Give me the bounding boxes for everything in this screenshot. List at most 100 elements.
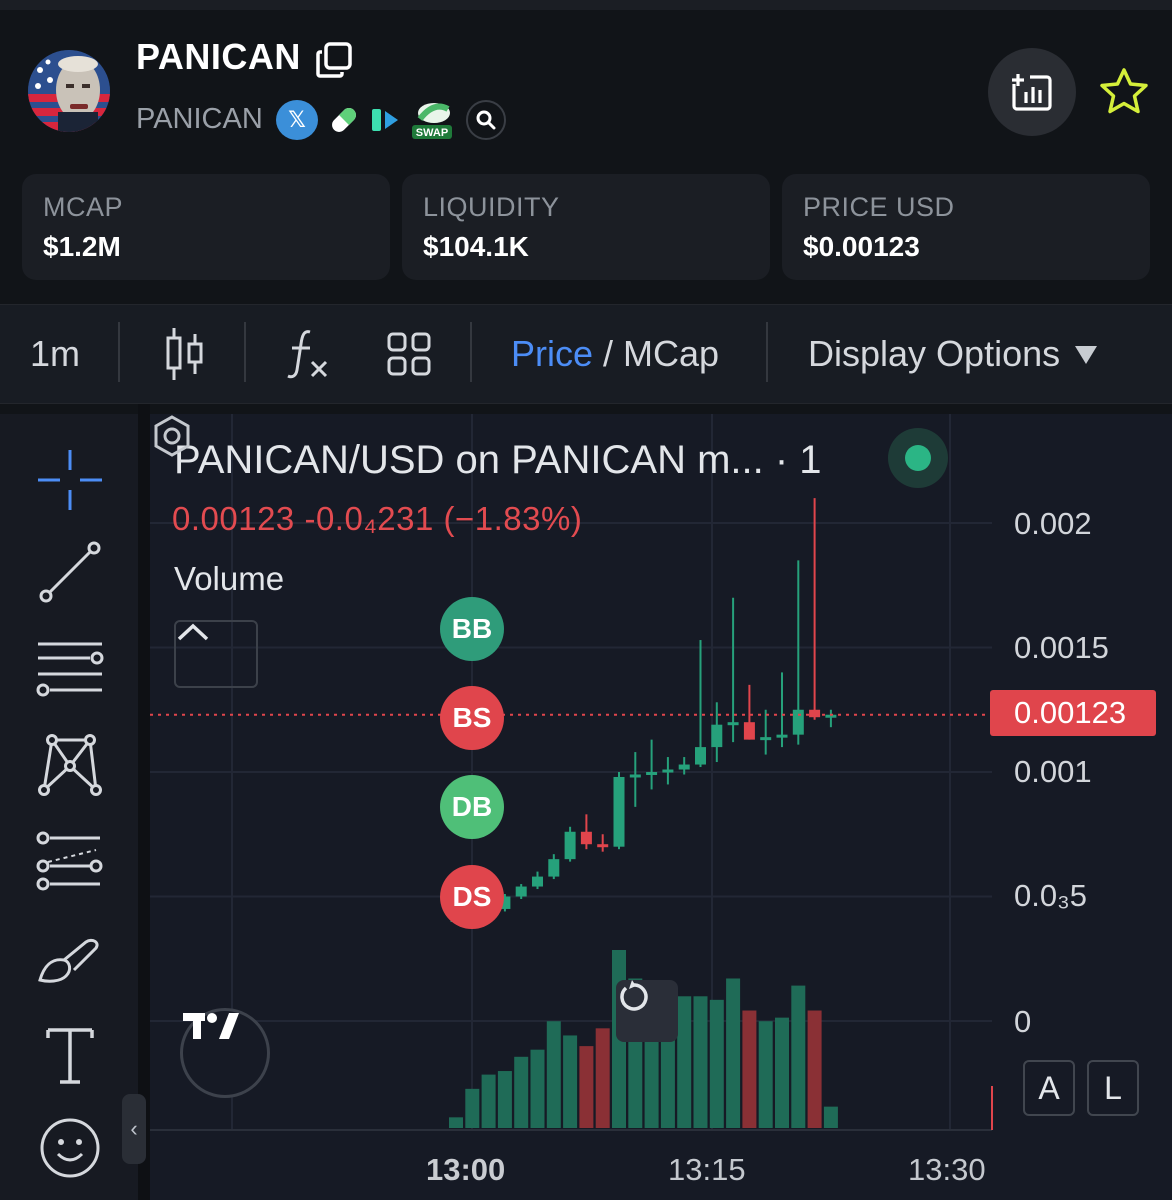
display-options-label: Display Options [808, 333, 1061, 374]
collapse-rail-chevron-icon[interactable]: ‹ [122, 1094, 146, 1164]
chart-symbol-title[interactable]: PANICAN/USD on PANICAN m... · 1 [174, 438, 822, 483]
current-price-tag: 0.00123 [990, 690, 1156, 736]
mcap-toggle[interactable]: MCap [623, 333, 719, 375]
copy-icon[interactable] [314, 40, 354, 80]
volume-bar [546, 1021, 561, 1128]
drawing-tools-rail [0, 414, 138, 1200]
candle-body [711, 724, 723, 748]
toolbar-divider [470, 322, 472, 382]
toggle-slash: / [593, 333, 624, 374]
chevron-up-icon [177, 623, 209, 641]
price-chart[interactable]: PANICAN/USD on PANICAN m... · 1 0.00123 … [150, 414, 1172, 1200]
candle-body [613, 776, 625, 847]
stat-liquidity-value: $104.1K [423, 231, 529, 262]
candle-body [597, 844, 609, 848]
volume-bar [449, 1117, 463, 1128]
tradingview-logo-icon [183, 1013, 239, 1039]
interval-button[interactable]: 1m [30, 304, 80, 404]
tradingview-logo[interactable] [180, 1008, 270, 1098]
candle-body [727, 722, 739, 726]
y-axis-label: 0 [1014, 1004, 1032, 1039]
volume-bar [563, 1035, 578, 1128]
legend-collapse-button[interactable] [174, 620, 258, 688]
candle-body [792, 709, 804, 735]
marker-ds[interactable]: DS [440, 865, 504, 929]
live-dot-icon [905, 445, 931, 471]
token-header: PANICAN PANICAN 𝕏 SWAP [0, 0, 1172, 170]
candle-body [678, 764, 690, 770]
x-axis-label: 13:00 [426, 1152, 506, 1187]
display-options-dropdown[interactable]: Display Options [808, 304, 1100, 404]
volume-bar [514, 1056, 529, 1128]
brush-icon[interactable] [34, 928, 106, 992]
search-icon[interactable] [466, 100, 506, 140]
stat-liquidity-label: LIQUIDITY [423, 192, 560, 222]
volume-bar [726, 978, 741, 1128]
candle-body [629, 774, 641, 778]
toolbar-divider [118, 322, 120, 382]
candle-body [548, 859, 560, 877]
volume-label: Volume [174, 560, 285, 597]
function-fx-icon [287, 330, 328, 379]
token-avatar [28, 50, 110, 132]
pill-icon[interactable] [326, 100, 362, 140]
candle-body [646, 772, 658, 775]
candle-body [532, 876, 543, 887]
volume-bar [791, 985, 806, 1128]
volume-bar [595, 1028, 610, 1128]
volume-bar [579, 1046, 594, 1128]
chart-settings-gear-icon[interactable] [150, 414, 194, 458]
swap-badge-text: SWAP [416, 127, 448, 139]
volume-bar [775, 1017, 789, 1128]
stat-mcap: MCAP $1.2M [22, 174, 390, 280]
auto-scale-button[interactable]: A [1023, 1060, 1075, 1116]
volume-bar [742, 1010, 757, 1128]
toolbar-divider [244, 322, 246, 382]
stat-price-usd-value: $0.00123 [803, 231, 920, 262]
market-status-indicator [888, 428, 948, 488]
reset-rotate-icon [620, 980, 648, 1011]
marker-bs[interactable]: BS [440, 686, 504, 750]
emoji-icon[interactable] [34, 1116, 106, 1180]
volume-bar [807, 1010, 822, 1128]
add-chart-button[interactable] [988, 48, 1076, 136]
volume-bar [530, 1049, 545, 1128]
volume-bar [677, 996, 692, 1128]
reset-chart-button[interactable] [616, 980, 678, 1042]
candle-body [809, 709, 821, 718]
rail-divider [138, 404, 150, 1200]
stat-price-usd: PRICE USD $0.00123 [782, 174, 1150, 280]
price-mcap-toggle[interactable]: Price / MCap [511, 304, 719, 404]
toolbar-divider [766, 322, 768, 382]
trend-line-icon[interactable] [34, 540, 106, 604]
candle-body [564, 831, 576, 860]
x-twitter-link[interactable]: 𝕏 [276, 100, 318, 140]
ohlc-readout: 0.00123 -0.0₄231 (−1.83%) [172, 500, 583, 537]
indicators-button[interactable] [286, 304, 330, 404]
candles [450, 498, 837, 924]
stat-mcap-label: MCAP [43, 192, 124, 222]
pattern-xabcd-icon[interactable] [34, 732, 106, 796]
price-toggle[interactable]: Price [511, 333, 593, 375]
text-tool-icon[interactable] [34, 1024, 106, 1088]
layout-grid-button[interactable] [386, 304, 432, 404]
grid-layout-icon [387, 332, 431, 376]
chart-bars-icon[interactable] [370, 100, 402, 140]
volume-bar [497, 1071, 512, 1128]
candle-body [776, 734, 788, 738]
candle-body [695, 747, 706, 765]
swap-icon[interactable]: SWAP [410, 100, 454, 140]
favorite-star-icon[interactable] [1098, 66, 1150, 118]
stat-mcap-value: $1.2M [43, 231, 121, 262]
horizontal-lines-icon[interactable] [34, 636, 106, 700]
marker-db[interactable]: DB [440, 775, 504, 839]
candle-body [760, 737, 772, 741]
candle-body [515, 886, 527, 897]
fib-channel-icon[interactable] [34, 830, 106, 894]
volume-bar [758, 1021, 773, 1128]
candle-type-button[interactable] [164, 304, 206, 404]
crosshair-icon[interactable] [34, 448, 106, 512]
volume-bar [481, 1074, 496, 1128]
marker-bb[interactable]: BB [440, 597, 504, 661]
log-scale-button[interactable]: L [1087, 1060, 1139, 1116]
